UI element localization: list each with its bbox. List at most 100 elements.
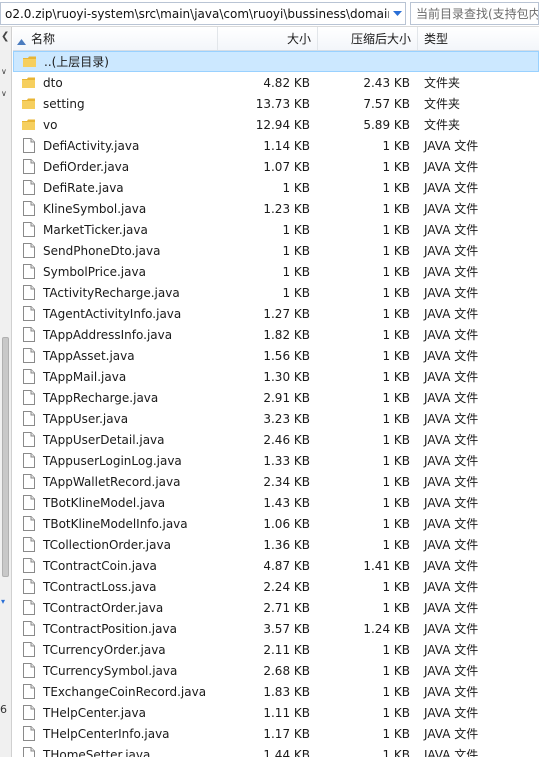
file-name: TContractCoin.java	[43, 558, 157, 573]
folder-up-icon	[22, 54, 38, 70]
file-type: JAVA 文件	[424, 349, 479, 363]
sort-up-icon	[17, 34, 26, 48]
file-name: MarketTicker.java	[43, 222, 148, 237]
file-name: TContractPosition.java	[43, 621, 177, 636]
file-packed-size: 1 KB	[382, 369, 410, 384]
file-name: TAppAsset.java	[43, 348, 135, 363]
folder-row[interactable]: setting 13.73 KB 7.57 KB 文件夹	[13, 93, 539, 114]
left-pane-edge: ❮ ∨ ∨ ∧ ▾ 6	[0, 27, 12, 757]
file-name: TCurrencyOrder.java	[43, 642, 166, 657]
left-scrollbar-thumb[interactable]	[2, 337, 9, 577]
file-row[interactable]: TAppMail.java 1.30 KB 1 KB JAVA 文件	[13, 366, 539, 387]
search-box[interactable]	[410, 2, 539, 25]
column-type-header[interactable]: 类型	[418, 27, 539, 50]
file-row[interactable]: TContractPosition.java 3.57 KB 1.24 KB JAVA…	[13, 618, 539, 639]
file-size: 2.91 KB	[263, 390, 310, 405]
file-row[interactable]: KlineSymbol.java 1.23 KB 1 KB JAVA 文件	[13, 198, 539, 219]
file-name: TAppWalletRecord.java	[43, 474, 181, 489]
file-row[interactable]: TCurrencyOrder.java 2.11 KB 1 KB JAVA 文件	[13, 639, 539, 660]
column-size-header[interactable]: 大小	[218, 27, 318, 50]
file-icon	[21, 747, 37, 757]
file-type: JAVA 文件	[424, 391, 479, 405]
file-row[interactable]: TAgentActivityInfo.java 1.27 KB 1 KB JAVA 文…	[13, 303, 539, 324]
file-row[interactable]: SendPhoneDto.java 1 KB 1 KB JAVA 文件	[13, 240, 539, 261]
file-row[interactable]: TCollectionOrder.java 1.36 KB 1 KB JAVA 文件	[13, 534, 539, 555]
file-packed-size: 1 KB	[382, 579, 410, 594]
file-row[interactable]: TAppUser.java 3.23 KB 1 KB JAVA 文件	[13, 408, 539, 429]
file-type: JAVA 文件	[424, 622, 479, 636]
file-size: 1 KB	[282, 243, 310, 258]
file-packed-size: 5.89 KB	[363, 117, 410, 132]
file-row[interactable]: SymbolPrice.java 1 KB 1 KB JAVA 文件	[13, 261, 539, 282]
file-row[interactable]: TContractLoss.java 2.24 KB 1 KB JAVA 文件	[13, 576, 539, 597]
chevron-left-icon[interactable]: ❮	[1, 32, 9, 42]
file-row[interactable]: TAppUserDetail.java 2.46 KB 1 KB JAVA 文件	[13, 429, 539, 450]
file-type: JAVA 文件	[424, 454, 479, 468]
file-size: 2.11 KB	[263, 642, 310, 657]
file-row[interactable]: TAppuserLoginLog.java 1.33 KB 1 KB JAVA 文件	[13, 450, 539, 471]
file-row[interactable]: TActivityRecharge.java 1 KB 1 KB JAVA 文件	[13, 282, 539, 303]
file-name: TAgentActivityInfo.java	[43, 306, 182, 321]
file-row[interactable]: DefiOrder.java 1.07 KB 1 KB JAVA 文件	[13, 156, 539, 177]
file-name: DefiActivity.java	[43, 138, 140, 153]
file-row[interactable]: TContractOrder.java 2.71 KB 1 KB JAVA 文件	[13, 597, 539, 618]
chevron-down-icon[interactable]	[389, 3, 405, 24]
file-type: JAVA 文件	[424, 748, 479, 757]
file-name: TContractOrder.java	[43, 600, 164, 615]
file-packed-size: 1 KB	[382, 348, 410, 363]
search-input[interactable]	[411, 3, 538, 24]
left-strip-text: 6	[0, 703, 7, 716]
file-row[interactable]: TAppAsset.java 1.56 KB 1 KB JAVA 文件	[13, 345, 539, 366]
parent-directory-row[interactable]: ..(上层目录)	[13, 51, 539, 72]
file-row[interactable]: THelpCenterInfo.java 1.17 KB 1 KB JAVA 文件	[13, 723, 539, 744]
file-icon	[21, 621, 37, 637]
chevron-down-icon[interactable]: ∨	[1, 89, 7, 99]
file-type: JAVA 文件	[424, 202, 479, 216]
file-name: setting	[43, 96, 85, 111]
file-row[interactable]: TBotKlineModelInfo.java 1.06 KB 1 KB JAVA 文…	[13, 513, 539, 534]
file-packed-size: 1 KB	[382, 432, 410, 447]
file-packed-size: 1 KB	[382, 327, 410, 342]
file-row[interactable]: TAppWalletRecord.java 2.34 KB 1 KB JAVA 文件	[13, 471, 539, 492]
file-row[interactable]: TBotKlineModel.java 1.43 KB 1 KB JAVA 文件	[13, 492, 539, 513]
file-packed-size: 1 KB	[382, 222, 410, 237]
chevron-down-icon[interactable]: ▾	[1, 597, 5, 607]
file-type: JAVA 文件	[424, 475, 479, 489]
column-packed-header[interactable]: 压缩后大小	[318, 27, 418, 50]
file-name: SendPhoneDto.java	[43, 243, 161, 258]
file-type: JAVA 文件	[424, 244, 479, 258]
file-icon	[21, 684, 37, 700]
file-icon	[21, 306, 37, 322]
file-row[interactable]: THelpCenter.java 1.11 KB 1 KB JAVA 文件	[13, 702, 539, 723]
folder-row[interactable]: vo 12.94 KB 5.89 KB 文件夹	[13, 114, 539, 135]
file-row[interactable]: DefiRate.java 1 KB 1 KB JAVA 文件	[13, 177, 539, 198]
file-row[interactable]: TAppAddressInfo.java 1.82 KB 1 KB JAVA 文件	[13, 324, 539, 345]
file-size: 1.06 KB	[263, 516, 310, 531]
file-packed-size: 1 KB	[382, 516, 410, 531]
file-type: JAVA 文件	[424, 328, 479, 342]
file-row[interactable]: TContractCoin.java 4.87 KB 1.41 KB JAVA 文件	[13, 555, 539, 576]
file-size: 2.68 KB	[263, 663, 310, 678]
path-combobox[interactable]: o2.0.zip\ruoyi-system\src\main\java\com\…	[0, 2, 406, 25]
file-icon	[21, 243, 37, 259]
file-icon	[21, 285, 37, 301]
file-type: JAVA 文件	[424, 181, 479, 195]
file-row[interactable]: TExchangeCoinRecord.java 1.83 KB 1 KB JAVA …	[13, 681, 539, 702]
file-size: 4.87 KB	[263, 558, 310, 573]
column-packed-label: 压缩后大小	[350, 32, 411, 46]
file-row[interactable]: THomeSetter.java 1.44 KB 1 KB JAVA 文件	[13, 744, 539, 757]
folder-row[interactable]: dto 4.82 KB 2.43 KB 文件夹	[13, 72, 539, 93]
path-text[interactable]: o2.0.zip\ruoyi-system\src\main\java\com\…	[1, 7, 389, 21]
file-row[interactable]: DefiActivity.java 1.14 KB 1 KB JAVA 文件	[13, 135, 539, 156]
file-name: TBotKlineModelInfo.java	[43, 516, 188, 531]
file-name: TExchangeCoinRecord.java	[43, 684, 207, 699]
file-row[interactable]: MarketTicker.java 1 KB 1 KB JAVA 文件	[13, 219, 539, 240]
column-name-header[interactable]: 名称	[13, 27, 218, 50]
chevron-down-icon[interactable]: ∨	[1, 67, 7, 77]
file-name: SymbolPrice.java	[43, 264, 146, 279]
file-row[interactable]: TAppRecharge.java 2.91 KB 1 KB JAVA 文件	[13, 387, 539, 408]
file-packed-size: 1 KB	[382, 747, 410, 757]
file-packed-size: 1 KB	[382, 138, 410, 153]
file-size: 1.33 KB	[263, 453, 310, 468]
file-row[interactable]: TCurrencySymbol.java 2.68 KB 1 KB JAVA 文件	[13, 660, 539, 681]
